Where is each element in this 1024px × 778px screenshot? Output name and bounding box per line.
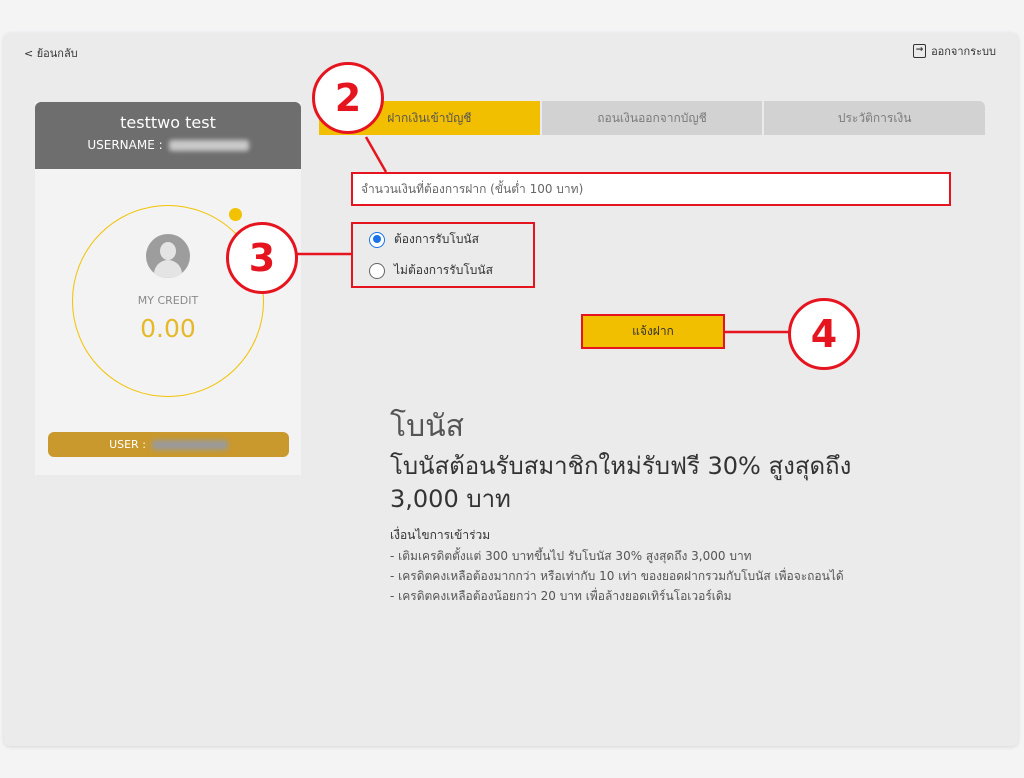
- conditions-title: เงื่อนไขการเข้าร่วม: [390, 528, 491, 542]
- condition-item: - เครดิตคงเหลือต้องมากกว่า หรือเท่ากับ 1…: [390, 569, 844, 583]
- condition-item: - เติมเครดิตตั้งแต่ 300 บาทขึ้นไป รับโบน…: [390, 549, 752, 563]
- bonus-title: โบนัส: [390, 409, 464, 444]
- condition-item: - เครดิตคงเหลือต้องน้อยกว่า 20 บาท เพื่อ…: [390, 589, 732, 603]
- callout-leader-lines: [297, 136, 790, 334]
- callout-4: 4: [788, 298, 860, 370]
- bonus-headline: โบนัสต้อนรับสมาชิกใหม่รับฟรี 30% สูงสุดถ…: [390, 452, 852, 513]
- conditions-list: - เติมเครดิตตั้งแต่ 300 บาทขึ้นไป รับโบน…: [390, 546, 844, 606]
- callout-3: 3: [226, 222, 298, 294]
- callout-2: 2: [312, 62, 384, 134]
